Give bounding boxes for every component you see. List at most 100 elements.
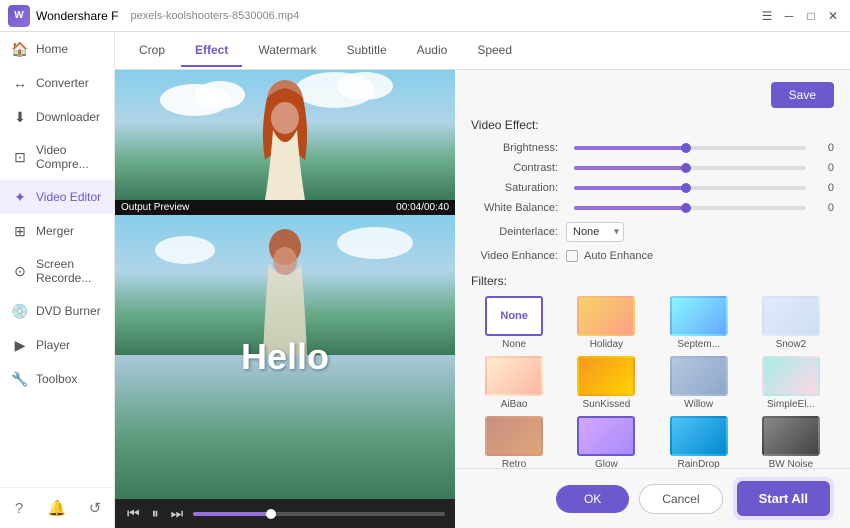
file-name: pexels-koolshooters-8530006.mp4 <box>130 10 299 22</box>
save-button[interactable]: Save <box>771 82 834 108</box>
brightness-thumb <box>681 143 691 153</box>
sidebar-label-compressor: Video Compre... <box>36 143 102 171</box>
contrast-fill <box>574 166 690 170</box>
filter-glow[interactable]: Glow <box>563 416 649 468</box>
filter-september[interactable]: Septem... <box>656 296 742 350</box>
filter-none[interactable]: None None <box>471 296 557 350</box>
saturation-fill <box>574 186 690 190</box>
forward-button[interactable]: ⏭ <box>169 505 186 522</box>
filter-bwnoise-label: BW Noise <box>769 459 813 468</box>
filter-aibao[interactable]: AiBao <box>471 356 557 410</box>
tab-crop[interactable]: Crop <box>125 35 179 67</box>
tab-subtitle[interactable]: Subtitle <box>333 35 401 67</box>
start-all-button[interactable]: Start All <box>737 481 830 516</box>
filter-snow2-thumb <box>762 296 820 336</box>
sidebar-label-home: Home <box>36 42 68 56</box>
tab-effect[interactable]: Effect <box>181 35 242 67</box>
notifications-button[interactable]: 🔔 <box>43 494 71 522</box>
minimize-button[interactable]: ─ <box>780 7 798 25</box>
sidebar-item-converter[interactable]: ↔ Converter <box>0 66 114 100</box>
sidebar-item-video-editor[interactable]: ✦ Video Editor <box>0 180 114 214</box>
sidebar-item-home[interactable]: 🏠 Home <box>0 32 114 66</box>
tab-speed[interactable]: Speed <box>463 35 526 67</box>
sidebar-item-merger[interactable]: ⊞ Merger <box>0 214 114 248</box>
video-progress-fill <box>193 512 269 516</box>
pause-button[interactable]: ⏸ <box>150 505 161 522</box>
brightness-slider[interactable] <box>574 146 806 150</box>
dvd-burner-icon: 💿 <box>12 303 28 319</box>
home-icon: 🏠 <box>12 41 28 57</box>
right-scroll: Save Video Effect: Brightness: 0 <box>455 70 850 468</box>
sidebar-item-compressor[interactable]: ⊡ Video Compre... <box>0 134 114 180</box>
filter-retro[interactable]: Retro <box>471 416 557 468</box>
filter-sunkissed[interactable]: SunKissed <box>563 356 649 410</box>
white-balance-slider[interactable] <box>574 206 806 210</box>
filter-bwnoise-thumb <box>762 416 820 456</box>
deinterlace-label: Deinterlace: <box>471 226 566 238</box>
content-area: Crop Effect Watermark Subtitle Audio Spe… <box>115 32 850 528</box>
filter-september-thumb <box>670 296 728 336</box>
tab-audio[interactable]: Audio <box>403 35 462 67</box>
hello-overlay-text: Hello <box>241 336 329 378</box>
filter-none-text: None <box>500 310 528 322</box>
sidebar-item-screen-recorder[interactable]: ⊙ Screen Recorde... <box>0 248 114 294</box>
sidebar-item-dvd-burner[interactable]: 💿 DVD Burner <box>0 294 114 328</box>
saturation-row: Saturation: 0 <box>471 182 834 194</box>
filter-bwnoise[interactable]: BW Noise <box>748 416 834 468</box>
filter-none-label: None <box>502 339 526 350</box>
video-enhance-label: Video Enhance: <box>471 250 566 262</box>
refresh-button[interactable]: ↺ <box>81 494 109 522</box>
sidebar-item-toolbox[interactable]: 🔧 Toolbox <box>0 362 114 396</box>
sidebar-label-video-editor: Video Editor <box>36 190 101 204</box>
brightness-row: Brightness: 0 <box>471 142 834 154</box>
contrast-row: Contrast: 0 <box>471 162 834 174</box>
sidebar-item-downloader[interactable]: ⬇ Downloader <box>0 100 114 134</box>
video-panel: Output Preview 00:04/00:40 <box>115 70 455 528</box>
right-panel-wrapper: Save Video Effect: Brightness: 0 <box>455 70 850 528</box>
help-button[interactable]: ? <box>5 494 33 522</box>
filter-snow2[interactable]: Snow2 <box>748 296 834 350</box>
filter-holiday[interactable]: Holiday <box>563 296 649 350</box>
title-bar-controls: ☰ ─ □ ✕ <box>758 7 842 25</box>
sidebar-item-player[interactable]: ▶ Player <box>0 328 114 362</box>
filter-simpleel[interactable]: SimpleEl... <box>748 356 834 410</box>
maximize-button[interactable]: □ <box>802 7 820 25</box>
bottom-bar: OK Cancel Start All <box>455 468 850 528</box>
toolbox-icon: 🔧 <box>12 371 28 387</box>
tab-bar: Crop Effect Watermark Subtitle Audio Spe… <box>115 32 850 70</box>
filter-holiday-thumb <box>577 296 635 336</box>
filter-willow[interactable]: Willow <box>656 356 742 410</box>
filter-sunkissed-thumb <box>577 356 635 396</box>
filter-aibao-thumb <box>485 356 543 396</box>
video-effect-section: Video Effect: Brightness: 0 <box>471 118 834 262</box>
sidebar-label-toolbox: Toolbox <box>36 372 77 386</box>
video-preview-top <box>115 70 455 200</box>
white-balance-label: White Balance: <box>471 202 566 214</box>
video-progress-bar[interactable] <box>193 512 445 516</box>
filter-simpleel-thumb <box>762 356 820 396</box>
video-timestamp: 00:04/00:40 <box>396 202 449 213</box>
app-name: Wondershare F <box>36 9 118 23</box>
rewind-button[interactable]: ⏮ <box>125 505 142 522</box>
menu-button[interactable]: ☰ <box>758 7 776 25</box>
saturation-slider[interactable] <box>574 186 806 190</box>
saturation-thumb <box>681 183 691 193</box>
tab-watermark[interactable]: Watermark <box>244 35 330 67</box>
video-editor-icon: ✦ <box>12 189 28 205</box>
player-icon: ▶ <box>12 337 28 353</box>
deinterlace-select[interactable]: None Yadif Kernel <box>566 222 624 242</box>
video-preview-svg-top <box>115 70 455 200</box>
deinterlace-row: Deinterlace: None Yadif Kernel <box>471 222 834 242</box>
cancel-button[interactable]: Cancel <box>639 484 722 514</box>
video-preview-svg-bottom <box>115 215 455 355</box>
title-bar-left: W Wondershare F pexels-koolshooters-8530… <box>8 5 299 27</box>
filter-snow2-label: Snow2 <box>776 339 807 350</box>
contrast-slider[interactable] <box>574 166 806 170</box>
filter-raindrop[interactable]: RainDrop <box>656 416 742 468</box>
white-balance-fill <box>574 206 690 210</box>
filters-title: Filters: <box>471 274 834 288</box>
auto-enhance-checkbox[interactable] <box>566 250 578 262</box>
close-button[interactable]: ✕ <box>824 7 842 25</box>
ok-button[interactable]: OK <box>556 485 629 513</box>
filter-retro-thumb <box>485 416 543 456</box>
